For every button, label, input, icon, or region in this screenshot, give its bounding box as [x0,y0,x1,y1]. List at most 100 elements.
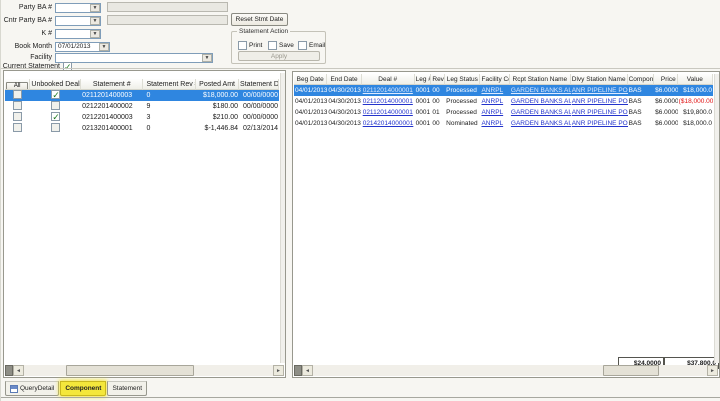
column-header-rcpt-station[interactable]: Rcpt Station Name [510,74,571,85]
book-month-value: 07/01/2013 [56,43,99,50]
column-header-statement-rev[interactable]: Statement Rev # [143,79,196,90]
column-header-component[interactable]: Component [628,74,655,85]
row-select-checkbox[interactable] [13,123,22,132]
statement-date-cell: 00/00/0000 [239,90,279,101]
facility-cd-link[interactable]: ANRPL [481,109,503,116]
beg-date-cell: 04/01/2013 [294,85,327,96]
cntr-party-ba-label: Cntr Party BA # [1,17,55,24]
statement-date-cell: 02/13/2014 [239,123,279,134]
column-header-value[interactable]: Value [678,74,713,85]
table-row[interactable]: 0213201400001 0 $-1,446.84 02/13/2014 [5,123,279,134]
scroll-left-icon[interactable]: ◄ [302,365,313,376]
facility-cd-link[interactable]: ANRPL [481,120,503,127]
vertical-scrollbar[interactable] [280,73,285,363]
statement-rev-cell: 0 [143,90,196,101]
beg-date-cell: 04/01/2013 [294,107,327,118]
column-header-unbooked-deals[interactable]: Unbooked Deals [30,79,81,90]
rcpt-station-link[interactable]: GARDEN BANKS AUGER [511,109,571,116]
table-row[interactable]: 04/01/2013 04/30/2013 02112014000001 000… [294,85,713,96]
rcpt-station-link[interactable]: GARDEN BANKS AUGER [511,87,571,94]
row-select-checkbox[interactable] [13,101,22,110]
statement-rev-cell: 3 [143,112,196,123]
tab-component[interactable]: Component [60,381,106,396]
k-number-combo[interactable]: ▼ [55,29,101,39]
scroll-right-icon[interactable]: ► [707,365,718,376]
apply-button[interactable]: Apply [238,51,320,61]
table-row[interactable]: 04/01/2013 04/30/2013 02112014000001 000… [294,107,713,118]
posted-amt-cell: $180.00 [196,101,239,112]
unbooked-checkbox[interactable] [51,123,60,132]
rev-cell: 00 [431,85,445,96]
chevron-down-icon[interactable]: ▼ [99,43,109,51]
reset-stmt-date-button[interactable]: Reset Stmt Date [231,13,288,26]
tab-statement[interactable]: Statement [107,381,147,396]
table-row[interactable]: 04/01/2013 04/30/2013 02112014000001 000… [294,96,713,107]
chevron-down-icon[interactable]: ▼ [202,54,212,62]
dlvy-station-link[interactable]: ANR PIPELINE POOL 1 [572,98,628,105]
deal-no-link[interactable]: 02112014000001 [363,109,413,116]
component-cell: BAS [628,96,655,107]
table-row[interactable]: 04/01/2013 04/30/2013 02142014000001 000… [294,118,713,129]
deal-no-link[interactable]: 02112014000001 [363,98,413,105]
select-all-button[interactable]: All [6,82,28,90]
deal-no-link[interactable]: 02142014000001 [363,120,414,127]
column-header-price[interactable]: Price [654,74,678,85]
email-checkbox[interactable] [298,41,307,50]
scroll-left-icon[interactable]: ◄ [13,365,24,376]
print-label: Print [249,42,262,49]
chevron-down-icon[interactable]: ▼ [90,17,100,25]
column-header-statement-no[interactable]: Statement # [81,79,143,90]
book-month-combo[interactable]: 07/01/2013▼ [55,42,110,52]
unbooked-checkbox[interactable] [51,112,60,121]
column-header-deal-no[interactable]: Deal # [362,74,415,85]
rev-cell: 01 [431,107,445,118]
column-header-rev[interactable]: Rev [431,74,445,85]
tab-query-detail[interactable]: QueryDetail [5,381,59,396]
unbooked-checkbox[interactable] [51,90,60,99]
horizontal-scrollbar: ◄ ► [294,365,718,376]
dlvy-station-link[interactable]: ANR PIPELINE POOL 1 [572,87,628,94]
row-select-checkbox[interactable] [13,112,22,121]
chevron-down-icon[interactable]: ▼ [90,30,100,38]
column-header-statement-date[interactable]: Statement Dat [239,79,279,90]
scrollbar-track[interactable] [313,365,707,376]
unbooked-checkbox[interactable] [51,101,60,110]
price-cell: $6.0000 [654,85,678,96]
splitter-box[interactable] [294,365,302,376]
scrollbar-track[interactable] [24,365,273,376]
column-header-dlvy-station[interactable]: Dlvy Station Name [571,74,628,85]
column-header-facility-cd[interactable]: Facility Cd [480,74,509,85]
print-checkbox[interactable] [238,41,247,50]
querydetail-grid-icon [10,385,18,393]
deal-no-link[interactable]: 02112014000001 [363,87,413,94]
column-header-leg-status[interactable]: Leg Status [445,74,480,85]
scrollbar-thumb[interactable] [66,365,194,376]
table-row[interactable]: 0212201400003 3 $210.00 00/00/0000 [5,112,279,123]
chevron-down-icon[interactable]: ▼ [90,4,100,12]
scrollbar-thumb[interactable] [603,365,659,376]
posted-amt-cell: $210.00 [196,112,239,123]
party-ba-combo[interactable]: ▼ [55,3,101,13]
table-row[interactable]: 0212201400002 9 $180.00 00/00/0000 [5,101,279,112]
rcpt-station-link[interactable]: GARDEN BANKS AUGER [511,98,571,105]
party-ba-label: Party BA # [1,4,55,11]
scroll-right-icon[interactable]: ► [273,365,284,376]
dlvy-station-link[interactable]: ANR PIPELINE POOL 1 [572,109,628,116]
vertical-scrollbar[interactable] [714,74,719,363]
column-header-end-date[interactable]: End Date [327,74,361,85]
facility-cd-link[interactable]: ANRPL [481,98,503,105]
tab-query-detail-label: QueryDetail [20,385,54,392]
book-month-label: Book Month [1,43,55,50]
column-header-beg-date[interactable]: Beg Date [294,74,327,85]
table-row[interactable]: 0211201400003 0 $18,000.00 00/00/0000 [5,90,279,101]
dlvy-station-link[interactable]: ANR PIPELINE POOL 1 [572,120,628,127]
facility-cd-link[interactable]: ANRPL [481,87,503,94]
facility-combo[interactable]: ▼ [55,53,213,63]
column-header-posted-amt[interactable]: Posted Amt [196,79,239,90]
column-header-leg-no[interactable]: Leg # [415,74,432,85]
rcpt-station-link[interactable]: GARDEN BANKS AUGER [511,120,571,127]
save-checkbox[interactable] [268,41,277,50]
cntr-party-ba-combo[interactable]: ▼ [55,16,101,26]
row-select-checkbox[interactable] [13,90,22,99]
splitter-box[interactable] [5,365,13,376]
